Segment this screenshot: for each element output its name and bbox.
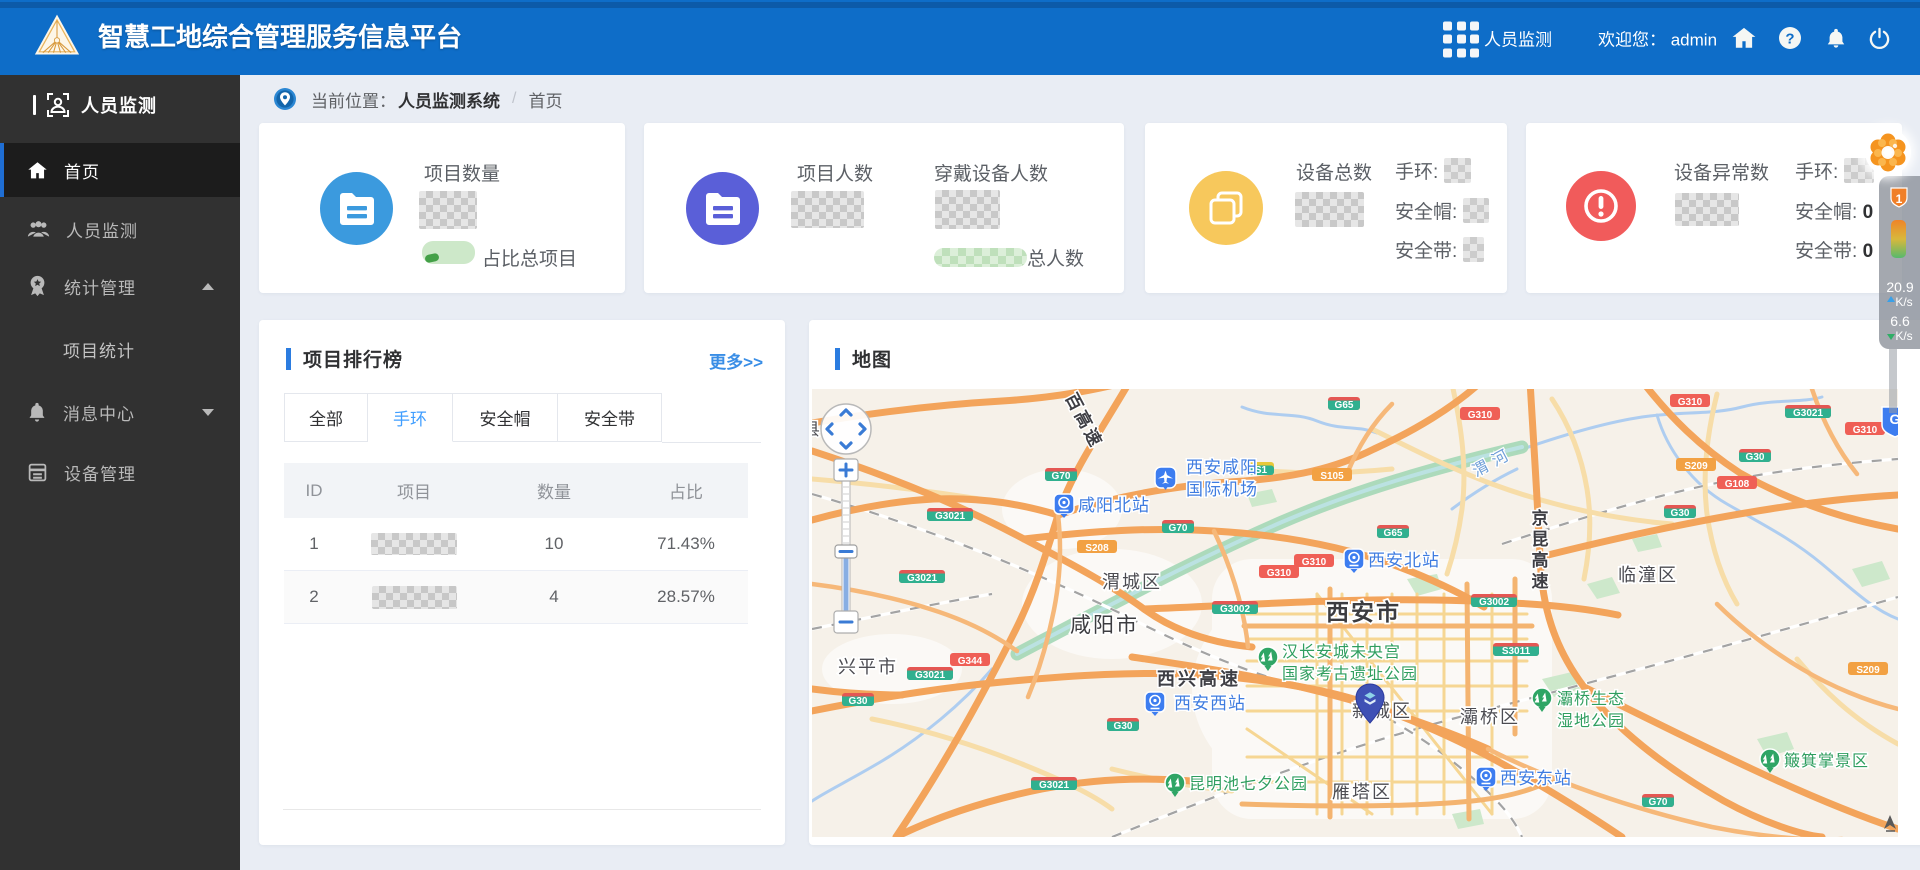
svg-text:S3011: S3011 <box>1502 646 1531 657</box>
svg-text:临潼区: 临潼区 <box>1618 565 1678 585</box>
svg-text:西安东站: 西安东站 <box>1500 769 1572 788</box>
svg-text:G3002: G3002 <box>1479 597 1509 608</box>
svg-text:G70: G70 <box>1169 523 1188 534</box>
svg-text:G: G <box>1890 411 1898 427</box>
svg-text:簸箕掌景区: 簸箕掌景区 <box>1784 752 1869 770</box>
svg-text:6.6: 6.6 <box>1890 313 1910 329</box>
svg-text:灞桥生态: 灞桥生态 <box>1557 690 1625 708</box>
svg-text:G70: G70 <box>1052 471 1071 482</box>
svg-text:速: 速 <box>1532 571 1549 591</box>
svg-text:G310: G310 <box>1468 410 1493 421</box>
svg-text:S209: S209 <box>1684 461 1708 472</box>
svg-text:G310: G310 <box>1853 425 1878 436</box>
svg-text:西安咸阳: 西安咸阳 <box>1186 458 1258 477</box>
svg-text:西安北站: 西安北站 <box>1368 551 1440 570</box>
svg-text:咸阳市: 咸阳市 <box>1070 614 1139 637</box>
svg-text:G30: G30 <box>1746 452 1765 463</box>
svg-text:G3021: G3021 <box>935 511 965 522</box>
svg-text:1: 1 <box>1896 192 1903 206</box>
svg-text:G108: G108 <box>1725 479 1750 490</box>
svg-text:K/s: K/s <box>1895 295 1912 309</box>
svg-text:G30: G30 <box>1671 508 1690 519</box>
svg-text:G30: G30 <box>849 696 868 707</box>
svg-text:G3021: G3021 <box>1793 408 1823 419</box>
svg-text:昆明池七夕公园: 昆明池七夕公园 <box>1189 775 1308 793</box>
svg-text:K/s: K/s <box>1895 329 1912 343</box>
svg-text:昆: 昆 <box>1532 530 1549 549</box>
svg-text:高: 高 <box>1532 550 1549 570</box>
svg-text:京: 京 <box>1532 508 1549 528</box>
svg-text:西安西站: 西安西站 <box>1174 694 1246 713</box>
svg-text:国际机场: 国际机场 <box>1186 480 1258 499</box>
svg-text:灞桥区: 灞桥区 <box>1460 707 1520 727</box>
svg-text:G3021: G3021 <box>907 573 937 584</box>
svg-text:S209: S209 <box>1856 665 1880 676</box>
svg-text:雁塔区: 雁塔区 <box>1332 782 1392 802</box>
svg-text:G30: G30 <box>1114 721 1133 732</box>
svg-text:G310: G310 <box>1267 568 1292 579</box>
svg-text:S105: S105 <box>1320 471 1344 482</box>
svg-text:G310: G310 <box>1302 557 1327 568</box>
svg-text:20.9: 20.9 <box>1886 279 1913 295</box>
svg-text:县: 县 <box>812 420 820 439</box>
svg-text:G3002: G3002 <box>1220 604 1250 615</box>
svg-text:兴平市: 兴平市 <box>838 657 898 677</box>
svg-text:G3021: G3021 <box>915 670 945 681</box>
svg-text:G3021: G3021 <box>1039 780 1069 791</box>
svg-text:G65: G65 <box>1384 528 1403 539</box>
svg-text:渭城区: 渭城区 <box>1102 572 1162 592</box>
svg-text:汉长安城未央宫: 汉长安城未央宫 <box>1282 643 1401 661</box>
svg-text:西兴高速: 西兴高速 <box>1157 668 1241 689</box>
svg-text:国家考古遗址公园: 国家考古遗址公园 <box>1282 665 1418 683</box>
svg-text:G310: G310 <box>1678 397 1703 408</box>
svg-text:咸阳北站: 咸阳北站 <box>1078 496 1150 515</box>
svg-text:S208: S208 <box>1085 543 1109 554</box>
svg-text:西安市: 西安市 <box>1326 599 1401 625</box>
svg-text:G65: G65 <box>1335 400 1354 411</box>
svg-text:湿地公园: 湿地公园 <box>1557 712 1625 730</box>
svg-text:G70: G70 <box>1649 797 1668 808</box>
svg-text:?: ? <box>1785 30 1794 47</box>
svg-text:G344: G344 <box>958 656 983 667</box>
